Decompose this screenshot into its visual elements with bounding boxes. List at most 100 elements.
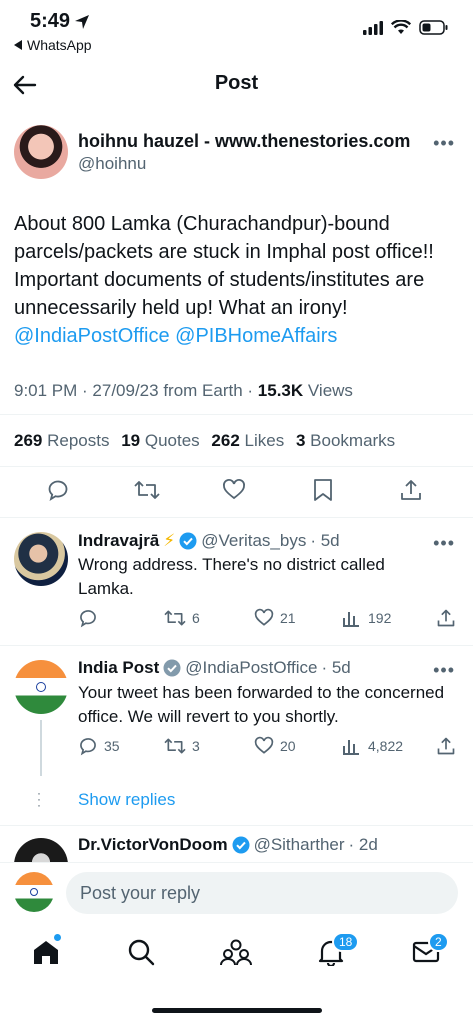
tab-notifications[interactable]: 18 bbox=[318, 932, 360, 966]
bookmark-icon bbox=[314, 479, 332, 501]
clock-text: 5:49 bbox=[30, 10, 71, 32]
my-avatar bbox=[14, 872, 54, 912]
tab-home[interactable] bbox=[32, 934, 62, 968]
repost-icon bbox=[164, 610, 186, 626]
reply-input[interactable] bbox=[66, 872, 458, 914]
more-options-icon[interactable]: ••• bbox=[433, 660, 455, 681]
repost-button[interactable]: 6 bbox=[164, 608, 200, 628]
more-options-icon[interactable]: ••• bbox=[433, 533, 455, 554]
engagement-stats: 269 Reposts 19 Quotes 262 Likes 3 Bookma… bbox=[14, 431, 402, 451]
views-count: 4,822 bbox=[368, 738, 404, 754]
bottom-tab-bar: 18 2 bbox=[0, 930, 473, 980]
like-button[interactable]: 20 bbox=[254, 736, 296, 756]
status-indicators bbox=[363, 20, 449, 35]
repost-icon bbox=[134, 481, 160, 499]
reply-author-name[interactable]: Indravajrā bbox=[78, 531, 159, 551]
reply-header: India Post @IndiaPostOffice · 5d bbox=[78, 658, 351, 678]
home-dot bbox=[54, 934, 61, 941]
battery-icon bbox=[419, 20, 448, 35]
author-name[interactable]: hoihnu hauzel - www.thenestories.com bbox=[78, 131, 410, 152]
divider bbox=[0, 517, 473, 518]
like-count: 20 bbox=[280, 738, 296, 754]
analytics-icon bbox=[343, 612, 359, 627]
mention-link[interactable]: @PIBHomeAffairs bbox=[175, 325, 337, 347]
share-button[interactable] bbox=[436, 736, 456, 756]
cellular-signal-icon bbox=[363, 20, 383, 35]
repost-button[interactable] bbox=[134, 478, 160, 502]
like-button[interactable]: 21 bbox=[254, 608, 296, 628]
tweet-text: About 800 Lamka (Churachandpur)-bound pa… bbox=[14, 213, 434, 319]
status-time: 5:49 bbox=[30, 10, 90, 33]
analytics-icon bbox=[343, 740, 359, 755]
reply-avatar[interactable] bbox=[14, 660, 68, 714]
repost-icon bbox=[164, 738, 186, 754]
reply-actions: 35 3 20 4,822 bbox=[78, 736, 458, 760]
share-button[interactable] bbox=[436, 608, 456, 628]
stat-quotes[interactable]: 19 Quotes bbox=[121, 431, 199, 450]
tab-messages[interactable]: 2 bbox=[412, 932, 449, 964]
reply-author-handle[interactable]: @IndiaPostOffice bbox=[185, 658, 317, 678]
heart-icon bbox=[254, 736, 274, 754]
heart-icon bbox=[254, 608, 274, 626]
repost-count: 6 bbox=[192, 610, 200, 626]
lightning-icon: ⚡ bbox=[163, 531, 176, 550]
show-replies-link[interactable]: Show replies bbox=[78, 790, 175, 810]
stat-reposts[interactable]: 269 Reposts bbox=[14, 431, 109, 450]
mention-link[interactable]: @IndiaPostOffice bbox=[14, 325, 170, 347]
verified-badge-icon bbox=[232, 836, 250, 854]
reply-button[interactable]: 35 bbox=[78, 736, 120, 756]
views-button[interactable]: 192 bbox=[342, 608, 391, 628]
views-count: 192 bbox=[368, 610, 392, 626]
thread-line bbox=[40, 720, 42, 776]
author-handle[interactable]: @hoihnu bbox=[78, 154, 146, 174]
views-count: 15.3K bbox=[257, 381, 304, 400]
repost-count: 3 bbox=[192, 738, 200, 754]
reply-partial: Dr.VictorVonDoom @Sitharther · 2d bbox=[0, 826, 473, 862]
author-avatar[interactable] bbox=[14, 125, 68, 179]
back-to-app[interactable]: WhatsApp bbox=[14, 37, 92, 53]
share-button[interactable] bbox=[400, 478, 422, 502]
reply-avatar[interactable] bbox=[14, 532, 68, 586]
reply-avatar[interactable] bbox=[14, 838, 68, 862]
search-icon bbox=[128, 939, 155, 966]
back-triangle-icon bbox=[14, 40, 22, 50]
like-count: 21 bbox=[280, 610, 296, 626]
reply-age: · 2d bbox=[348, 835, 378, 854]
more-options-icon[interactable]: ••• bbox=[433, 133, 455, 154]
reply-text: Your tweet has been forwarded to the con… bbox=[78, 683, 445, 726]
comment-icon bbox=[80, 738, 96, 756]
ellipsis-vertical-icon: · · · bbox=[37, 786, 41, 812]
like-button[interactable] bbox=[222, 478, 246, 502]
reply-text: Wrong address. There's no district calle… bbox=[78, 555, 385, 598]
verified-badge-icon bbox=[179, 532, 197, 550]
share-icon bbox=[437, 609, 455, 627]
messages-badge: 2 bbox=[428, 932, 449, 952]
wifi-icon bbox=[391, 20, 411, 34]
reply-author-handle[interactable]: @Sitharther bbox=[254, 835, 345, 855]
stat-likes[interactable]: 262 Likes bbox=[211, 431, 284, 450]
tweet-meta: 9:01 PM · 27/09/23 from Earth · 15.3K Vi… bbox=[14, 381, 353, 401]
reply-actions: 6 21 192 bbox=[78, 608, 458, 632]
divider bbox=[0, 645, 473, 646]
tweet-timestamp[interactable]: 9:01 PM · 27/09/23 from Earth · bbox=[14, 381, 258, 400]
reply-author-name[interactable]: India Post bbox=[78, 658, 159, 678]
tab-search[interactable] bbox=[127, 938, 155, 966]
reply-button[interactable] bbox=[46, 478, 70, 502]
divider bbox=[0, 862, 473, 863]
notifications-badge: 18 bbox=[332, 932, 360, 952]
reply-author-handle[interactable]: @Veritas_bys bbox=[201, 531, 306, 551]
tab-communities[interactable] bbox=[220, 938, 252, 966]
divider bbox=[0, 414, 473, 415]
reply-age: · 5d bbox=[310, 531, 340, 550]
views-button[interactable]: 4,822 bbox=[342, 736, 403, 756]
home-icon bbox=[34, 941, 58, 964]
reply-author-name[interactable]: Dr.VictorVonDoom bbox=[78, 835, 228, 855]
stat-bookmarks[interactable]: 3 Bookmarks bbox=[296, 431, 395, 450]
repost-button[interactable]: 3 bbox=[164, 736, 200, 756]
verified-badge-gray-icon bbox=[163, 659, 181, 677]
bookmark-button[interactable] bbox=[312, 478, 334, 502]
reply-button[interactable] bbox=[78, 608, 98, 628]
page-title: Post bbox=[214, 72, 259, 94]
comment-count: 35 bbox=[104, 738, 120, 754]
comment-icon bbox=[48, 480, 68, 501]
